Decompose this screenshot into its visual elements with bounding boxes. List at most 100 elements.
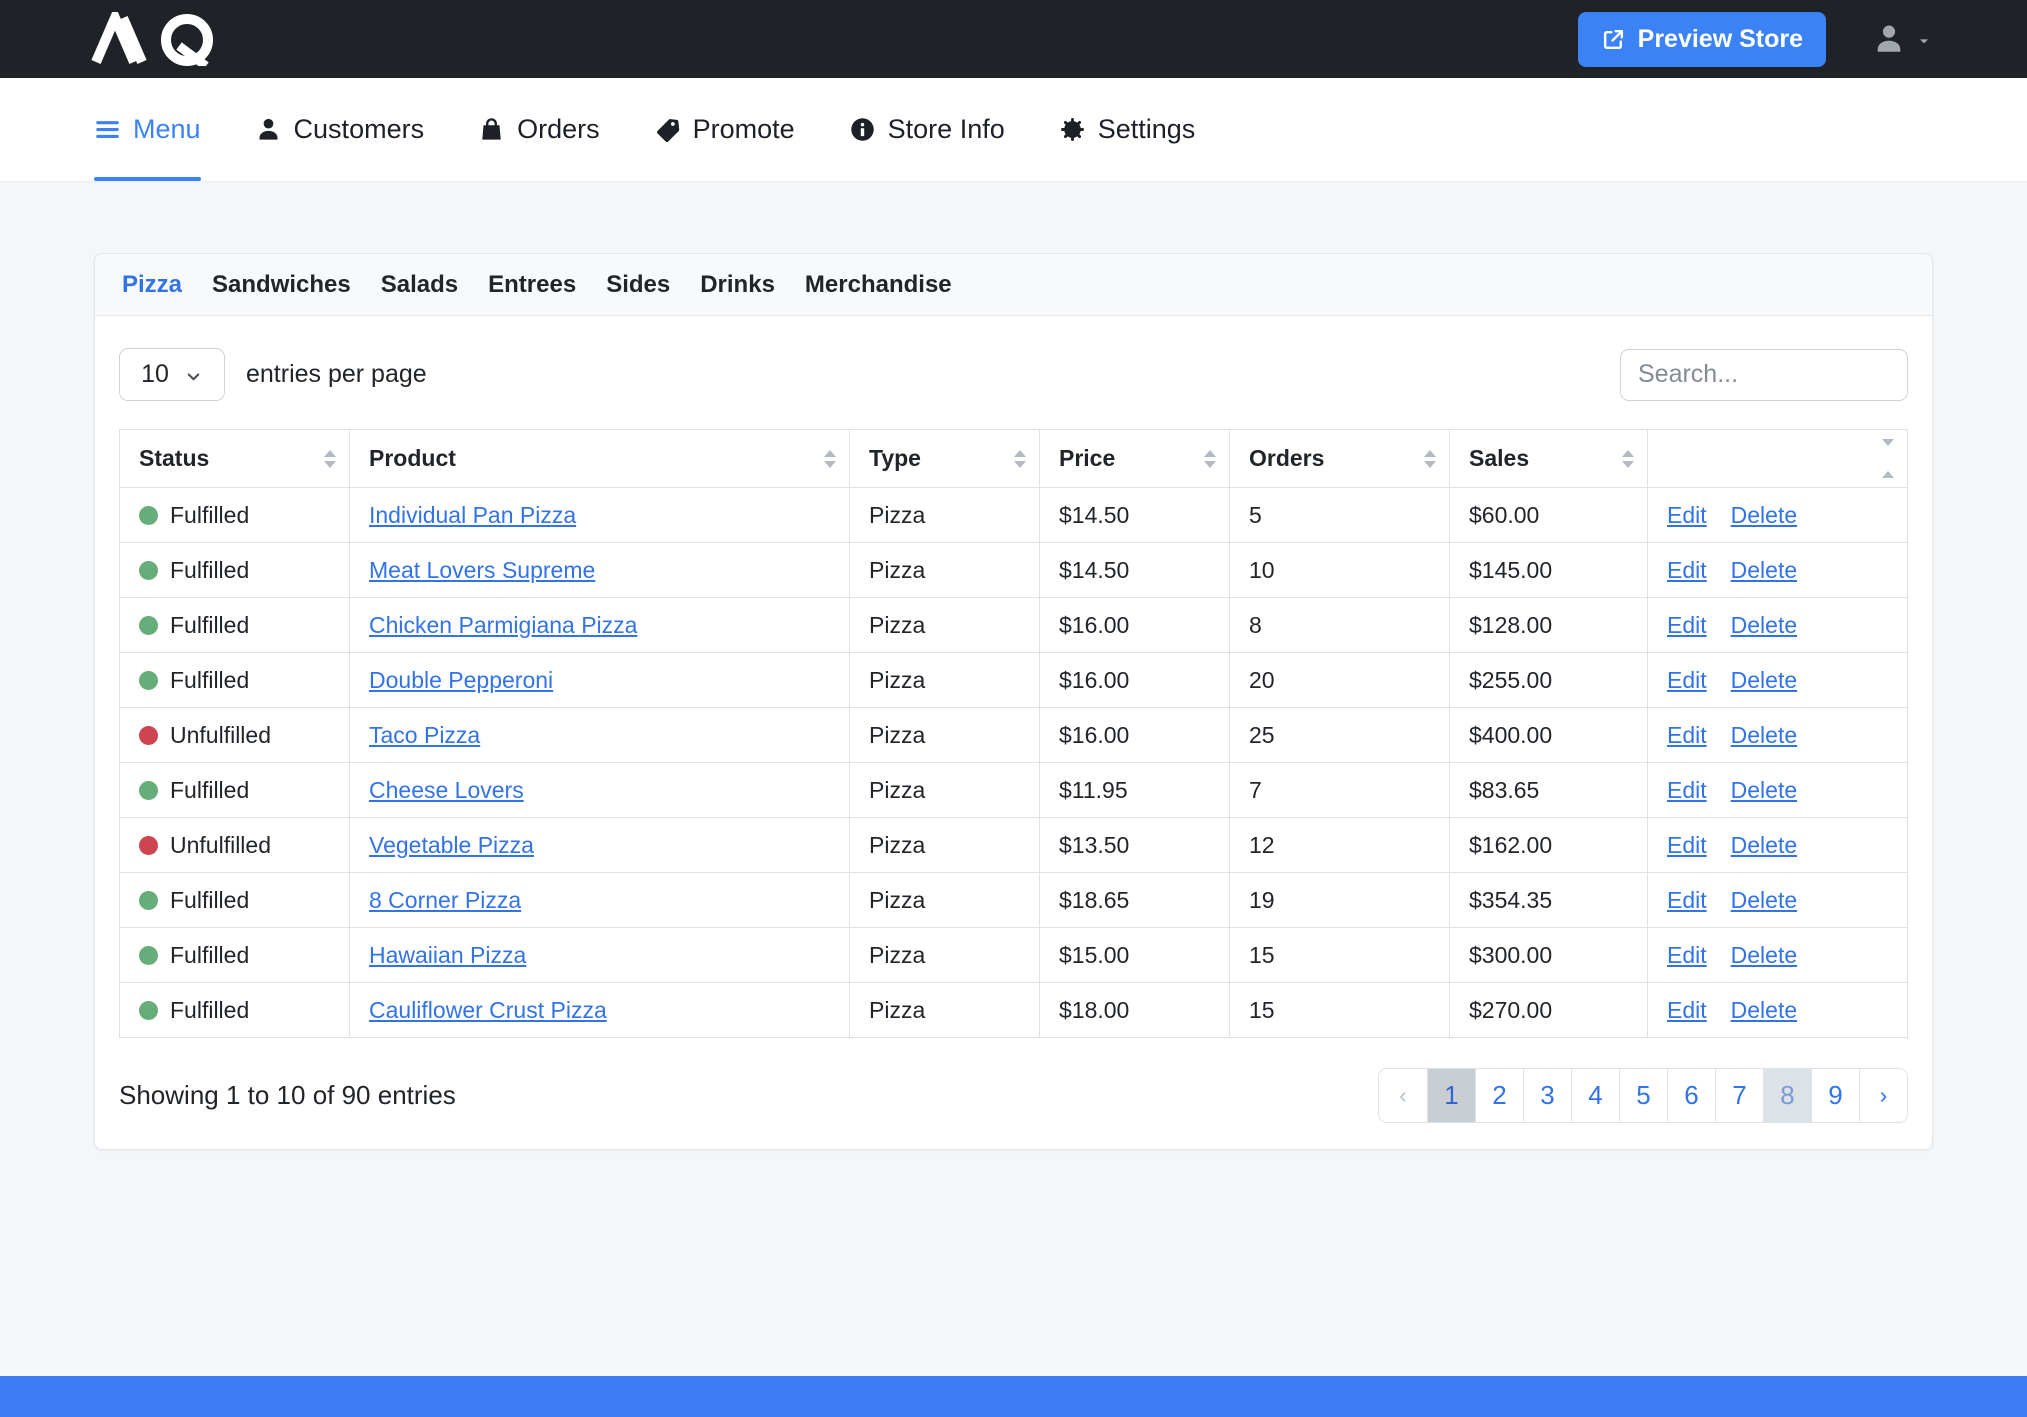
sales-cell: $255.00	[1450, 653, 1648, 708]
edit-link[interactable]: Edit	[1667, 667, 1707, 693]
product-link[interactable]: Individual Pan Pizza	[369, 502, 576, 528]
column-header-sales[interactable]: Sales	[1450, 430, 1648, 488]
status-dot	[139, 1001, 158, 1020]
delete-link[interactable]: Delete	[1731, 557, 1797, 583]
edit-link[interactable]: Edit	[1667, 942, 1707, 968]
orders-cell: 15	[1230, 928, 1450, 983]
status-label: Fulfilled	[170, 612, 249, 638]
tab-merchandise[interactable]: Merchandise	[805, 271, 952, 299]
sales-cell: $270.00	[1450, 983, 1648, 1038]
tab-salads[interactable]: Salads	[381, 271, 458, 299]
edit-link[interactable]: Edit	[1667, 777, 1707, 803]
person-icon	[255, 116, 282, 143]
edit-link[interactable]: Edit	[1667, 612, 1707, 638]
bag-icon	[478, 116, 505, 143]
logo-aq[interactable]	[90, 12, 240, 66]
delete-link[interactable]: Delete	[1731, 942, 1797, 968]
tab-sandwiches[interactable]: Sandwiches	[212, 271, 351, 299]
table-row: FulfilledMeat Lovers SupremePizza$14.501…	[120, 543, 1908, 598]
orders-cell: 5	[1230, 488, 1450, 543]
product-cell: Meat Lovers Supreme	[350, 543, 850, 598]
user-menu-dropdown[interactable]	[1872, 22, 1932, 56]
tab-drinks[interactable]: Drinks	[700, 271, 775, 299]
table-row: FulfilledDouble PepperoniPizza$16.0020$2…	[120, 653, 1908, 708]
edit-link[interactable]: Edit	[1667, 997, 1707, 1023]
entries-per-page-value: 10	[141, 360, 169, 389]
product-link[interactable]: Vegetable Pizza	[369, 832, 534, 858]
tab-entrees[interactable]: Entrees	[488, 271, 576, 299]
page-8-button[interactable]: 8	[1763, 1069, 1811, 1122]
search-input[interactable]	[1620, 349, 1908, 401]
product-cell: Cheese Lovers	[350, 763, 850, 818]
edit-link[interactable]: Edit	[1667, 502, 1707, 528]
table-row: FulfilledHawaiian PizzaPizza$15.0015$300…	[120, 928, 1908, 983]
delete-link[interactable]: Delete	[1731, 612, 1797, 638]
page-2-button[interactable]: 2	[1475, 1069, 1523, 1122]
edit-link[interactable]: Edit	[1667, 722, 1707, 748]
delete-link[interactable]: Delete	[1731, 722, 1797, 748]
nav-item-store-info[interactable]: Store Info	[849, 78, 1005, 181]
product-link[interactable]: Taco Pizza	[369, 722, 480, 748]
sales-cell: $60.00	[1450, 488, 1648, 543]
entries-summary: Showing 1 to 10 of 90 entries	[119, 1080, 456, 1111]
column-header-status[interactable]: Status	[120, 430, 350, 488]
column-header-price[interactable]: Price	[1040, 430, 1230, 488]
column-header-label: Status	[139, 445, 209, 471]
nav-item-customers[interactable]: Customers	[255, 78, 425, 181]
table-row: Fulfilled8 Corner PizzaPizza$18.6519$354…	[120, 873, 1908, 928]
edit-link[interactable]: Edit	[1667, 557, 1707, 583]
status-label: Fulfilled	[170, 667, 249, 693]
table-row: UnfulfilledTaco PizzaPizza$16.0025$400.0…	[120, 708, 1908, 763]
sales-cell: $354.35	[1450, 873, 1648, 928]
delete-link[interactable]: Delete	[1731, 832, 1797, 858]
type-cell: Pizza	[850, 763, 1040, 818]
preview-store-button[interactable]: Preview Store	[1578, 12, 1826, 67]
price-cell: $16.00	[1040, 653, 1230, 708]
product-link[interactable]: 8 Corner Pizza	[369, 887, 521, 913]
next-page-button[interactable]: ›	[1859, 1069, 1907, 1122]
tab-pizza[interactable]: Pizza	[122, 271, 182, 299]
product-link[interactable]: Meat Lovers Supreme	[369, 557, 595, 583]
nav-item-menu[interactable]: Menu	[94, 78, 201, 181]
delete-link[interactable]: Delete	[1731, 887, 1797, 913]
product-link[interactable]: Cheese Lovers	[369, 777, 524, 803]
table-row: FulfilledCheese LoversPizza$11.957$83.65…	[120, 763, 1908, 818]
chevron-down-icon	[1916, 33, 1932, 49]
edit-link[interactable]: Edit	[1667, 832, 1707, 858]
column-header-product[interactable]: Product	[350, 430, 850, 488]
page-9-button[interactable]: 9	[1811, 1069, 1859, 1122]
page-3-button[interactable]: 3	[1523, 1069, 1571, 1122]
entries-per-page-select[interactable]: 10	[119, 348, 225, 401]
price-cell: $15.00	[1040, 928, 1230, 983]
status-dot	[139, 836, 158, 855]
product-link[interactable]: Hawaiian Pizza	[369, 942, 526, 968]
product-link[interactable]: Chicken Parmigiana Pizza	[369, 612, 637, 638]
hamburger-icon	[94, 116, 121, 143]
page-6-button[interactable]: 6	[1667, 1069, 1715, 1122]
page-5-button[interactable]: 5	[1619, 1069, 1667, 1122]
actions-cell: Edit Delete	[1648, 873, 1908, 928]
page-7-button[interactable]: 7	[1715, 1069, 1763, 1122]
status-cell: Unfulfilled	[120, 708, 350, 763]
page-4-button[interactable]: 4	[1571, 1069, 1619, 1122]
delete-link[interactable]: Delete	[1731, 777, 1797, 803]
actions-cell: Edit Delete	[1648, 543, 1908, 598]
tab-sides[interactable]: Sides	[606, 271, 670, 299]
page-1-button[interactable]: 1	[1427, 1069, 1475, 1122]
delete-link[interactable]: Delete	[1731, 502, 1797, 528]
nav-item-orders[interactable]: Orders	[478, 78, 600, 181]
price-cell: $18.65	[1040, 873, 1230, 928]
delete-link[interactable]: Delete	[1731, 667, 1797, 693]
product-link[interactable]: Cauliflower Crust Pizza	[369, 997, 607, 1023]
product-cell: Chicken Parmigiana Pizza	[350, 598, 850, 653]
edit-link[interactable]: Edit	[1667, 887, 1707, 913]
column-header-label: Price	[1059, 445, 1115, 471]
bottom-accent-bar	[0, 1376, 2027, 1417]
column-header-orders[interactable]: Orders	[1230, 430, 1450, 488]
nav-item-settings[interactable]: Settings	[1059, 78, 1196, 181]
product-link[interactable]: Double Pepperoni	[369, 667, 553, 693]
delete-link[interactable]: Delete	[1731, 997, 1797, 1023]
nav-item-promote[interactable]: Promote	[654, 78, 795, 181]
column-header-type[interactable]: Type	[850, 430, 1040, 488]
column-header-actions[interactable]	[1648, 430, 1908, 488]
